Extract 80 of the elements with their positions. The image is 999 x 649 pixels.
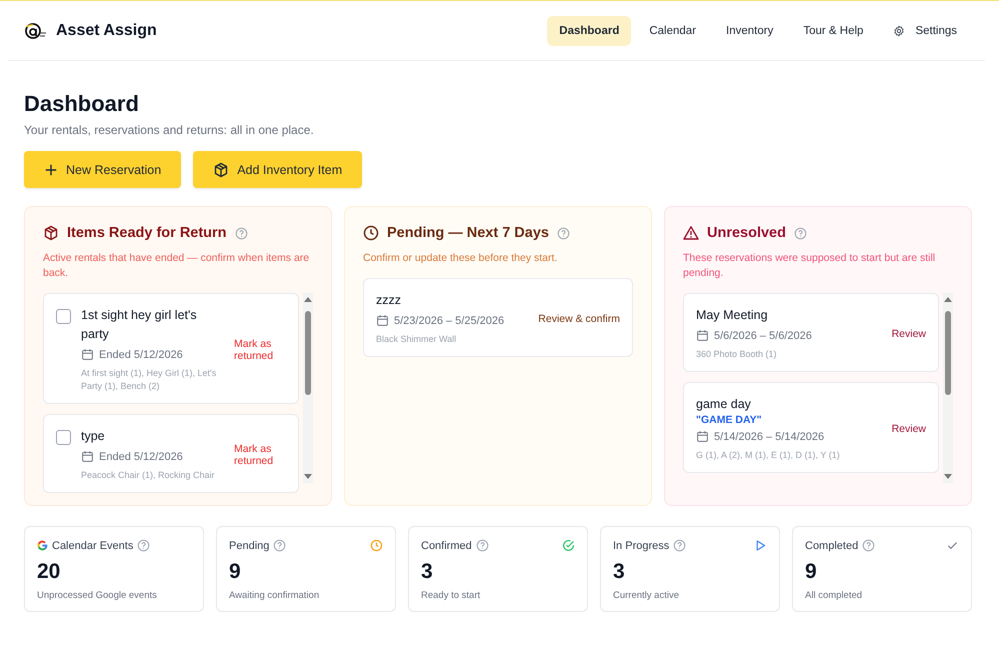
panel-title: Unresolved (707, 225, 786, 241)
card-items: G (1), A (2), M (1), E (1), D (1), Y (1) (696, 449, 841, 462)
card-tag: "GAME DAY" (696, 414, 882, 426)
card-date: 5/23/2026 – 5/25/2026 (394, 314, 504, 326)
logo-icon (24, 20, 48, 40)
stat-note: Currently active (613, 590, 680, 601)
stat-label: Completed (805, 540, 858, 552)
card-title: zzzz (376, 292, 402, 309)
clock-icon (370, 539, 383, 552)
nav-tab[interactable]: Settings (881, 16, 969, 46)
stat-value: 3 (421, 560, 434, 584)
panel-description: These reservations were supposed to start but are still pending. (683, 251, 936, 281)
card-items: Peacock Chair (1), Rocking Chair (81, 469, 216, 482)
page-subtitle: Your rentals, reservations and returns: all in one place. (24, 123, 315, 137)
plus-icon (44, 162, 58, 176)
check-circle-icon (562, 539, 575, 552)
cube-icon (213, 162, 230, 178)
nav-tab[interactable]: Inventory (714, 16, 786, 46)
help-icon[interactable] (673, 539, 686, 552)
calendar-icon (696, 329, 709, 342)
help-icon[interactable] (476, 539, 489, 552)
stat-value: 20 (37, 560, 62, 584)
card-action-link[interactable]: Mark as returned (234, 442, 286, 466)
card-action-link[interactable]: Mark as returned (234, 338, 286, 362)
card-action-link[interactable]: Review (892, 422, 926, 434)
panel-title: Pending — Next 7 Days (387, 225, 549, 241)
card-action-link[interactable]: Review & confirm (538, 312, 620, 324)
card-title: May Meeting (696, 307, 769, 324)
card-date: Ended 5/12/2026 (99, 450, 183, 462)
checkbox[interactable] (56, 430, 71, 445)
card-date: 5/14/2026 – 5/14/2026 (714, 430, 824, 442)
stat-label: Calendar Events (52, 540, 134, 552)
panel-description: Active rentals that have ended — confirm when items are back. (43, 251, 310, 281)
calendar-icon (376, 314, 389, 327)
stat-label: In Progress (613, 540, 670, 552)
stat-value: 9 (805, 560, 818, 584)
panel-title: Items Ready for Return (67, 225, 227, 241)
calendar-icon (81, 450, 94, 463)
calendar-icon (696, 430, 709, 443)
nav-tab[interactable]: Tour & Help (791, 16, 876, 46)
help-icon[interactable] (862, 539, 876, 552)
nav-tab[interactable]: Calendar (637, 16, 708, 46)
stat-value: 3 (613, 560, 626, 584)
panel-description: Confirm or update these before they start. (363, 251, 558, 266)
app-name: Asset Assign (56, 22, 157, 40)
card-title: 1st sight hey girl let's party (81, 307, 198, 343)
settings-icon (893, 24, 906, 36)
stat-label: Pending (229, 540, 270, 552)
card-items: At first sight (1), Hey Girl (1), Let's Party (1), Bench (2) (81, 367, 218, 393)
stat-note: All completed (805, 590, 864, 601)
checkbox[interactable] (56, 309, 71, 324)
help-icon[interactable] (137, 539, 150, 552)
card-title: game day (696, 396, 752, 413)
help-icon[interactable] (273, 539, 286, 552)
card-items: Black Shimmer Wall (376, 333, 458, 346)
play-icon (754, 539, 767, 552)
help-icon[interactable] (556, 226, 570, 240)
scrollbar[interactable] (303, 293, 313, 483)
calendar-icon (81, 348, 94, 361)
new-reservation-button[interactable]: New Reservation (24, 151, 182, 188)
stat-label: Confirmed (421, 540, 472, 552)
warning-icon (683, 225, 699, 241)
stat-note: Ready to start (421, 590, 482, 601)
help-icon[interactable] (234, 226, 248, 240)
google-logo-icon (37, 540, 48, 551)
help-icon[interactable] (794, 226, 807, 240)
card-title: type (81, 428, 106, 445)
cube-icon (43, 225, 59, 241)
card-date: Ended 5/12/2026 (99, 348, 183, 360)
stat-note: Awaiting confirmation (229, 590, 320, 601)
card-action-link[interactable]: Review (892, 328, 926, 340)
stat-value: 9 (229, 560, 242, 584)
card-items: 360 Photo Booth (1) (696, 348, 778, 361)
stat-note: Unprocessed Google events (37, 590, 158, 601)
add-item-button[interactable]: Add Inventory Item (193, 151, 362, 188)
clock-icon (363, 225, 379, 241)
card-date: 5/6/2026 – 5/6/2026 (714, 330, 812, 342)
scrollbar[interactable] (943, 293, 953, 483)
page-title: Dashboard (24, 91, 140, 117)
nav-tab[interactable]: Dashboard (547, 16, 632, 46)
